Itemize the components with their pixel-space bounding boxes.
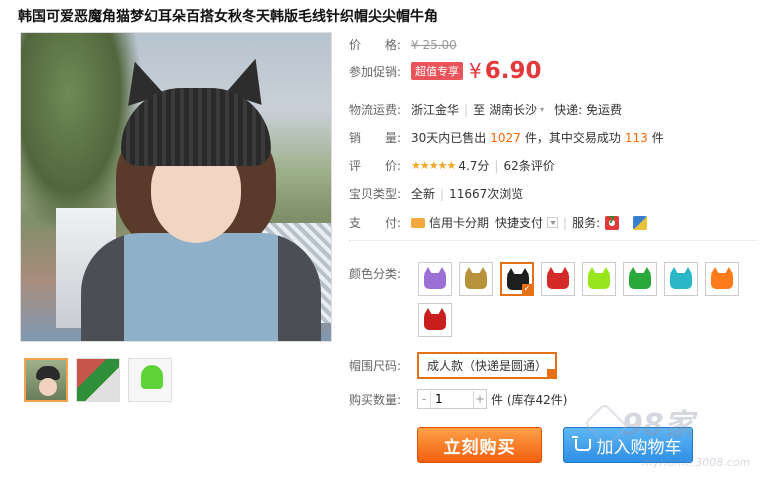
- hat-thumbnail-icon: [547, 267, 569, 289]
- divider: [349, 240, 757, 241]
- express-fee: 快递: 免运费: [554, 103, 622, 117]
- service-guarantee-icon[interactable]: [633, 215, 648, 230]
- credit-card-icon: [411, 217, 425, 228]
- thumbnail-2[interactable]: [76, 358, 120, 402]
- price-label: 价 格:: [349, 38, 402, 52]
- promo-row: 参加促销: 超值专享 ¥ 6.90: [349, 58, 541, 84]
- rating-row: 评 价: ★★★★★ 4.7分 | 62条评价: [349, 157, 555, 174]
- rating-label: 评 价:: [349, 159, 402, 173]
- size-option-adult[interactable]: 成人款（快递是圆通）: [417, 352, 558, 379]
- hat-thumbnail-icon: [629, 267, 651, 289]
- item-type-row: 宝贝类型: 全新 | 11667次浏览: [349, 186, 524, 202]
- star-rating-icon: ★★★★★: [411, 159, 456, 172]
- quantity-input[interactable]: [430, 390, 474, 408]
- stock-count: 件 (库存42件): [491, 392, 568, 407]
- selected-check-icon: ✓: [522, 284, 532, 294]
- size-label: 帽围尺码:: [349, 359, 402, 373]
- quantity-increase-button[interactable]: +: [474, 390, 486, 408]
- ship-to-select[interactable]: 湖南长沙: [489, 101, 537, 118]
- review-count-link[interactable]: 62条评价: [503, 157, 554, 174]
- success-count: 113: [624, 130, 648, 145]
- original-price: ¥ 25.00: [411, 37, 457, 52]
- thumbnail-1[interactable]: [24, 358, 68, 402]
- credit-installment-link[interactable]: 信用卡分期: [429, 214, 489, 231]
- currency-symbol: ¥: [469, 59, 482, 83]
- view-count: 11667次浏览: [449, 187, 524, 201]
- color-swatch-khaki[interactable]: [459, 262, 493, 296]
- product-main-image[interactable]: [20, 32, 332, 342]
- color-swatch-cyan[interactable]: [664, 262, 698, 296]
- color-label-row: 颜色分类:: [349, 265, 411, 282]
- hat-thumbnail-icon: [465, 267, 487, 289]
- promo-badge: 超值专享: [411, 62, 463, 80]
- chevron-down-icon[interactable]: ▾: [540, 105, 544, 114]
- payment-label: 支 付:: [349, 216, 402, 230]
- rating-score: 4.7分: [458, 159, 490, 173]
- thumbnail-strip: [24, 358, 172, 402]
- size-row: 帽围尺码: 成人款（快递是圆通）: [349, 352, 558, 379]
- cart-icon: [571, 436, 591, 451]
- promo-price: 6.90: [484, 58, 542, 84]
- hat-thumbnail-icon: [670, 267, 692, 289]
- shipping-label: 物流运费:: [349, 103, 402, 117]
- product-title: 韩国可爱恶魔角猫梦幻耳朵百搭女秋冬天韩版毛线针织帽尖尖帽牛角: [18, 9, 438, 25]
- hat-thumbnail-icon: [588, 267, 610, 289]
- service-label: 服务:: [572, 216, 601, 230]
- quantity-label: 购买数量:: [349, 392, 402, 407]
- price-row: 价 格: ¥ 25.00: [349, 36, 457, 53]
- color-swatch-green[interactable]: [623, 262, 657, 296]
- promo-label: 参加促销:: [349, 64, 402, 79]
- selected-check-icon: [547, 369, 556, 377]
- color-swatch-purple[interactable]: [418, 262, 452, 296]
- color-swatch-red[interactable]: [541, 262, 575, 296]
- color-swatch-black[interactable]: ✓: [500, 262, 534, 296]
- color-swatch-crimson[interactable]: [418, 303, 452, 337]
- hat-thumbnail-icon: [424, 267, 446, 289]
- add-to-cart-button[interactable]: 加入购物车: [563, 427, 693, 463]
- hat-thumbnail-icon: [711, 267, 733, 289]
- quantity-row: 购买数量: - + 件 (库存42件): [349, 389, 567, 409]
- color-label: 颜色分类:: [349, 267, 402, 281]
- sales-label: 销 量:: [349, 131, 402, 145]
- quantity-stepper: - +: [417, 389, 487, 409]
- hat-thumbnail-icon: [424, 308, 446, 330]
- quantity-decrease-button[interactable]: -: [418, 390, 430, 408]
- ship-from: 浙江金华: [411, 103, 460, 117]
- quick-pay-link[interactable]: 快捷支付: [495, 214, 543, 231]
- item-condition: 全新: [411, 187, 436, 201]
- seven-day-return-icon[interactable]: [605, 215, 620, 230]
- item-type-label: 宝贝类型:: [349, 187, 402, 201]
- thumbnail-3[interactable]: [128, 358, 172, 402]
- color-swatch-lime[interactable]: [582, 262, 616, 296]
- color-swatches: ✓: [418, 262, 758, 337]
- buy-now-button[interactable]: 立刻购买: [417, 427, 542, 463]
- shipping-row: 物流运费: 浙江金华 | 至 湖南长沙 ▾ 快递: 免运费: [349, 101, 622, 118]
- payment-row: 支 付: 信用卡分期 快捷支付 | 服务:: [349, 214, 648, 231]
- sold-count: 1027: [490, 130, 521, 145]
- color-swatch-orange[interactable]: [705, 262, 739, 296]
- ship-to-prefix: 至: [473, 103, 486, 117]
- sales-row: 销 量: 30天内已售出 1027 件，其中交易成功 113 件: [349, 130, 664, 146]
- chevron-down-icon[interactable]: [547, 217, 559, 228]
